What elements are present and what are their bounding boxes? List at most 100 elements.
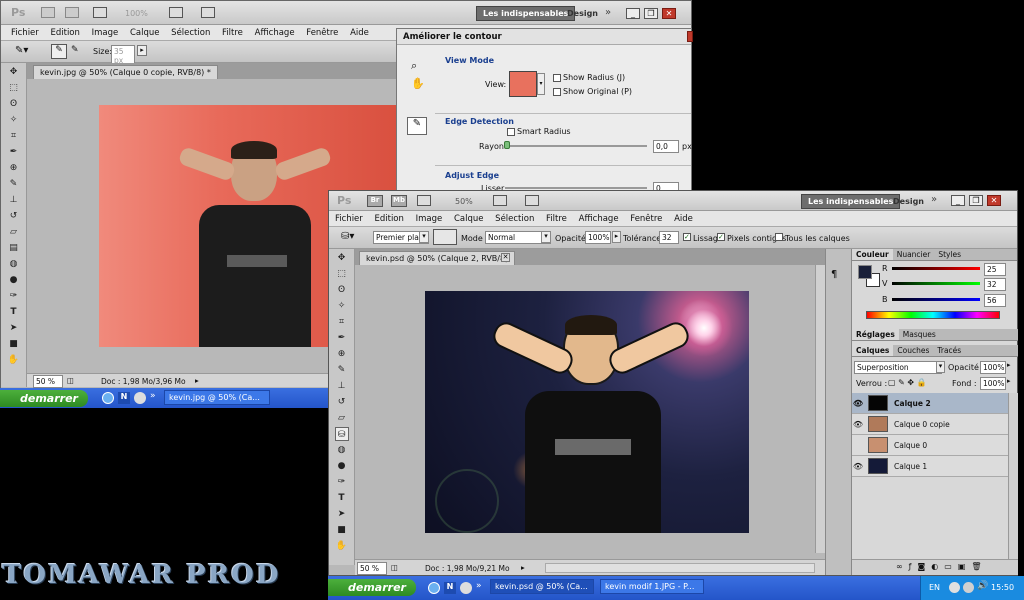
b-slider[interactable] bbox=[892, 298, 980, 301]
lissage-checkbox[interactable] bbox=[683, 232, 691, 241]
healing-tool-icon[interactable]: ⊕ bbox=[7, 161, 21, 175]
front-crop-tool-icon[interactable]: ⌗ bbox=[335, 315, 349, 329]
group-icon[interactable]: ▭ bbox=[944, 562, 958, 571]
front-dodge-tool-icon[interactable]: ● bbox=[335, 459, 349, 473]
back-menu-fenetre[interactable]: Fenêtre bbox=[306, 28, 338, 38]
front-pen-tool-icon[interactable]: ✑ bbox=[335, 475, 349, 489]
erase-brush-icon[interactable]: ✎ bbox=[71, 45, 79, 55]
refine-brush-icon[interactable]: ✎ bbox=[51, 44, 67, 59]
layer-row[interactable]: 👁 Calque 1 bbox=[852, 456, 1008, 477]
front-menu-aide[interactable]: Aide bbox=[674, 214, 693, 224]
front-canvas-area[interactable] bbox=[355, 265, 825, 553]
paint-bucket-icon[interactable]: ⛁▾ bbox=[341, 231, 354, 242]
adjustment-icon[interactable]: ◐ bbox=[931, 562, 944, 571]
show-radius-checkbox[interactable] bbox=[553, 73, 561, 82]
rayon-slider[interactable] bbox=[505, 145, 647, 147]
brush-tool-icon[interactable]: ✎▾ bbox=[15, 45, 28, 56]
front-minimize-button[interactable]: _ bbox=[951, 195, 965, 206]
lock-icons[interactable]: ▢ ✎ ✥ 🔒 bbox=[888, 378, 927, 387]
front-eyedropper-tool-icon[interactable]: ✒ bbox=[335, 331, 349, 345]
back-quicklaunch-n-icon[interactable]: N bbox=[118, 392, 130, 404]
link-layers-icon[interactable]: ∞ bbox=[896, 562, 909, 571]
b-field[interactable]: 56 bbox=[984, 294, 1006, 307]
tolerance-field[interactable]: 32 bbox=[659, 231, 679, 244]
front-blur-tool-icon[interactable]: ◍ bbox=[335, 443, 349, 457]
zoom-tool-icon[interactable]: ⌕ bbox=[411, 59, 417, 73]
mask-icon[interactable]: ◙ bbox=[918, 562, 932, 571]
front-menu-fenetre[interactable]: Fenêtre bbox=[630, 214, 662, 224]
layer-row[interactable]: 👁 Calque 2 bbox=[852, 393, 1008, 414]
back-workspace-design[interactable]: Design bbox=[567, 9, 598, 18]
back-menu-selection[interactable]: Sélection bbox=[171, 28, 210, 38]
tray-icon-1[interactable] bbox=[949, 582, 960, 593]
tab-traces[interactable]: Tracés bbox=[933, 345, 965, 356]
brush-tool-icon-2[interactable]: ✎ bbox=[7, 177, 21, 191]
tab-styles[interactable]: Styles bbox=[934, 249, 965, 260]
back-menu-calque[interactable]: Calque bbox=[130, 28, 160, 38]
front-history-brush-icon[interactable]: ↺ bbox=[335, 395, 349, 409]
front-zoom-field[interactable]: 50% bbox=[455, 197, 473, 206]
hand-tool-dialog-icon[interactable]: ✋ bbox=[411, 77, 425, 90]
back-quicklaunch-media-icon[interactable] bbox=[134, 392, 146, 404]
eye-icon[interactable]: 👁 bbox=[852, 420, 864, 429]
front-healing-tool-icon[interactable]: ⊕ bbox=[335, 347, 349, 361]
front-workspace-design[interactable]: Design bbox=[893, 197, 924, 206]
language-indicator[interactable]: EN bbox=[929, 583, 940, 592]
r-slider[interactable] bbox=[892, 267, 980, 270]
front-quicklaunch-media-icon[interactable] bbox=[460, 582, 472, 594]
front-quick-select-tool-icon[interactable]: ✧ bbox=[335, 299, 349, 313]
tab-couches[interactable]: Couches bbox=[893, 345, 933, 356]
front-marquee-tool-icon[interactable]: ⬚ bbox=[335, 267, 349, 281]
rayon-field[interactable]: 0,0 bbox=[653, 140, 679, 153]
trash-icon[interactable]: 🗑 bbox=[971, 562, 987, 571]
fill-source-arrow-icon[interactable]: ▾ bbox=[419, 231, 429, 243]
back-icon-1[interactable] bbox=[41, 7, 55, 18]
mode-arrow-icon[interactable]: ▾ bbox=[541, 231, 551, 243]
v-field[interactable]: 32 bbox=[984, 278, 1006, 291]
back-more-icon[interactable]: » bbox=[605, 7, 611, 18]
front-doc-tab-close-icon[interactable]: ✕ bbox=[501, 253, 510, 262]
opacity-field[interactable]: 100% bbox=[585, 231, 611, 244]
blur-tool-icon[interactable]: ◍ bbox=[7, 257, 21, 271]
back-zoom-field[interactable]: 100% bbox=[125, 9, 148, 18]
back-workspace-active[interactable]: Les indispensables bbox=[476, 6, 576, 21]
type-tool-icon[interactable]: T bbox=[7, 305, 21, 319]
eye-icon[interactable]: 👁 bbox=[852, 399, 864, 408]
color-spectrum-bar[interactable] bbox=[866, 311, 1000, 319]
front-path-select-tool-icon[interactable]: ➤ bbox=[335, 507, 349, 521]
lasso-tool-icon[interactable]: ʘ bbox=[7, 97, 21, 111]
back-view-icon[interactable] bbox=[169, 7, 183, 18]
front-eraser-tool-icon[interactable]: ▱ bbox=[335, 411, 349, 425]
tab-masques[interactable]: Masques bbox=[899, 329, 940, 340]
back-close-button[interactable]: ✕ bbox=[662, 8, 676, 19]
eraser-tool-icon[interactable]: ▱ bbox=[7, 225, 21, 239]
quick-select-tool-icon[interactable]: ✧ bbox=[7, 113, 21, 127]
back-task-kevin-jpg[interactable]: kevin.jpg @ 50% (Ca... bbox=[164, 390, 270, 405]
path-select-tool-icon[interactable]: ➤ bbox=[7, 321, 21, 335]
front-menu-filtre[interactable]: Filtre bbox=[546, 214, 567, 224]
front-start-button[interactable]: demarrer bbox=[328, 579, 416, 596]
fill-field[interactable]: 100% bbox=[980, 377, 1006, 390]
back-menu-affichage[interactable]: Affichage bbox=[255, 28, 295, 38]
front-close-button[interactable]: ✕ bbox=[987, 195, 1001, 206]
hand-tool-icon[interactable]: ✋ bbox=[7, 353, 21, 367]
size-arrow-icon[interactable]: ▸ bbox=[137, 45, 147, 56]
front-menu-calque[interactable]: Calque bbox=[454, 214, 484, 224]
back-quicklaunch-more-icon[interactable]: » bbox=[150, 391, 156, 401]
character-panel-icon[interactable]: ¶ bbox=[831, 269, 837, 280]
back-menu-image[interactable]: Image bbox=[92, 28, 119, 38]
blend-mode-arrow-icon[interactable]: ▾ bbox=[936, 361, 945, 373]
layers-opacity-arrow-icon[interactable]: ▸ bbox=[1007, 361, 1011, 369]
front-doc-tab[interactable]: kevin.psd @ 50% (Calque 2, RVB/8) bbox=[359, 251, 516, 265]
marquee-tool-icon[interactable]: ⬚ bbox=[7, 81, 21, 95]
view-preview-thumbnail[interactable] bbox=[509, 71, 537, 97]
front-menu-image[interactable]: Image bbox=[416, 214, 443, 224]
front-status-arrow-icon[interactable]: ▸ bbox=[521, 563, 525, 572]
front-menu-fichier[interactable]: Fichier bbox=[335, 214, 363, 224]
history-brush-icon[interactable]: ↺ bbox=[7, 209, 21, 223]
back-status-zoom[interactable]: 50 % bbox=[33, 375, 63, 388]
tab-calques[interactable]: Calques bbox=[852, 345, 894, 356]
r-field[interactable]: 25 bbox=[984, 263, 1006, 276]
stamp-tool-icon[interactable]: ⊥ bbox=[7, 193, 21, 207]
back-quicklaunch-ie-icon[interactable] bbox=[102, 392, 114, 404]
